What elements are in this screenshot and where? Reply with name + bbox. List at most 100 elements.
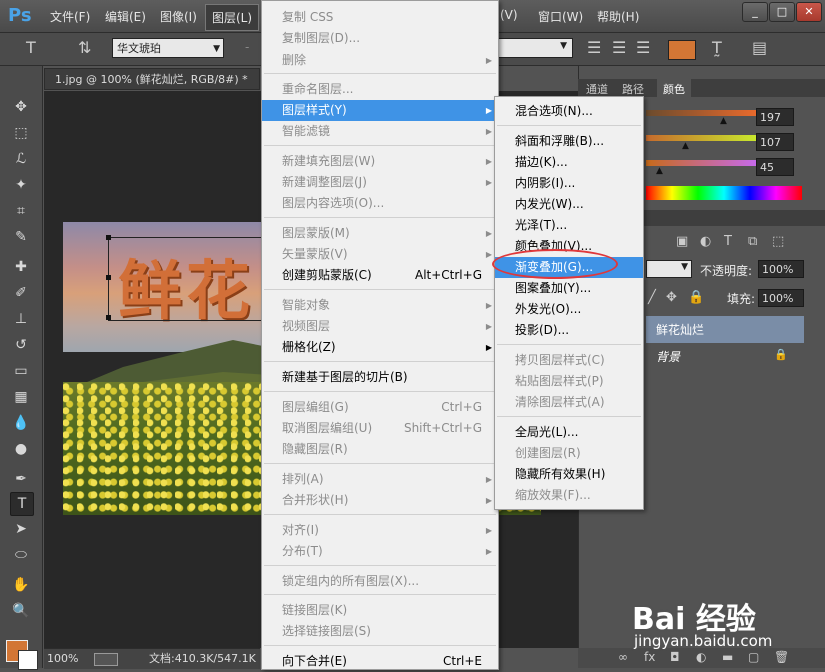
style-menu-item[interactable]: 创建图层(R) [495,443,643,464]
layer-menu-item[interactable]: 智能对象 ▶ [262,295,498,316]
menu-file[interactable]: 文件(F) [50,8,90,25]
layer-menu-item[interactable]: 链接图层(K) [262,600,498,621]
layer-menu-item[interactable]: 创建剪贴蒙版(C) Alt+Ctrl+G [262,265,498,286]
minimize-button[interactable]: _ [742,2,768,22]
character-panel-icon[interactable]: ▤ [752,38,767,57]
tab-color[interactable]: 颜色 [657,79,691,99]
green-slider[interactable]: ▲ [646,135,756,151]
style-menu-item[interactable]: 外发光(O)... [495,299,643,320]
pen-tool-icon[interactable]: ✒ [10,468,32,490]
layer-row[interactable]: 背景 🔒 [646,343,804,370]
menu-help[interactable]: 帮助(H) [597,8,639,25]
style-menu-item[interactable]: 投影(D)... [495,320,643,341]
link-layers-icon[interactable]: ∞ [618,650,628,664]
magic-wand-icon[interactable]: ✦ [10,174,32,196]
lock-position-icon[interactable]: ✥ [666,290,677,305]
filter-type-icon[interactable]: T [724,234,732,249]
lock-all-icon[interactable]: 🔒 [688,290,704,305]
gradient-tool-icon[interactable]: ▦ [10,386,32,408]
lasso-tool-icon[interactable]: ℒ [10,148,32,170]
style-menu-item[interactable]: 内发光(W)... [495,194,643,215]
layer-menu-item[interactable]: 视频图层 ▶ [262,316,498,337]
style-menu-item[interactable]: 全局光(L)... [495,422,643,443]
style-menu-item[interactable]: 图案叠加(Y)... [495,278,643,299]
marquee-tool-icon[interactable]: ⬚ [10,122,32,144]
crop-tool-icon[interactable]: ⌗ [10,200,32,222]
red-slider[interactable]: ▲ [646,110,756,126]
layer-menu-item[interactable]: 分布(T) ▶ [262,541,498,562]
style-menu-item[interactable]: 拷贝图层样式(C) [495,350,643,371]
layer-menu-item[interactable]: 矢量蒙版(V) ▶ [262,244,498,265]
warp-text-icon[interactable]: T̰ [712,38,722,57]
align-center-icon[interactable]: ☰ [612,38,626,57]
status-icon[interactable] [94,653,118,666]
tab-paths[interactable]: 路径 [622,81,644,97]
text-color-swatch[interactable] [668,40,696,60]
style-menu-item[interactable]: 隐藏所有效果(H) [495,464,643,485]
close-button[interactable]: ✕ [796,2,822,22]
blue-value-field[interactable]: 45 [756,158,794,176]
transform-handle[interactable] [106,275,111,280]
fill-field[interactable]: 100% [758,289,804,307]
zoom-tool-icon[interactable]: 🔍 [10,600,32,622]
filter-adjust-icon[interactable]: ◐ [700,234,711,249]
layer-menu-item[interactable]: 智能滤镜 ▶ [262,121,498,142]
font-style-value[interactable]: - [245,40,249,54]
layer-menu-item[interactable]: 图层编组(G) Ctrl+G [262,397,498,418]
layer-menu-item[interactable]: 选择链接图层(S) [262,621,498,642]
layer-menu-item[interactable]: 新建基于图层的切片(B) [262,367,498,388]
layer-menu-item[interactable]: 合并形状(H) ▶ [262,490,498,511]
filter-image-icon[interactable]: ▣ [676,234,688,249]
history-brush-icon[interactable]: ↺ [10,334,32,356]
slider-thumb-icon[interactable]: ▲ [656,166,663,176]
hand-tool-icon[interactable]: ✋ [10,574,32,596]
path-selection-icon[interactable]: ➤ [10,518,32,540]
align-right-icon[interactable]: ☰ [636,38,650,57]
move-tool-icon[interactable]: ✥ [10,96,32,118]
layer-menu-item[interactable]: 复制 CSS [262,7,498,28]
blue-slider[interactable]: ▲ [646,160,756,176]
text-orientation-icon[interactable]: ⇅ [78,38,91,57]
layer-menu-item[interactable]: 取消图层编组(U) Shift+Ctrl+G [262,418,498,439]
layer-menu-item[interactable]: 新建填充图层(W) ▶ [262,151,498,172]
layer-menu-item[interactable]: 向下合并(E) Ctrl+E [262,651,498,672]
filter-smart-icon[interactable]: ⬚ [772,234,784,249]
layer-menu-item[interactable]: 排列(A) ▶ [262,469,498,490]
layer-menu-item[interactable]: 图层样式(Y) ▶ [262,100,498,121]
layer-menu-item[interactable]: 图层蒙版(M) ▶ [262,223,498,244]
ellipse-tool-icon[interactable]: ⬭ [10,544,32,566]
color-spectrum[interactable] [646,186,802,200]
healing-brush-icon[interactable]: ✚ [10,256,32,278]
dodge-tool-icon[interactable]: ● [10,438,32,460]
menu-image[interactable]: 图像(I) [160,8,197,25]
menu-view[interactable]: (V) [500,8,518,22]
menu-layer[interactable]: 图层(L) [205,4,260,31]
layer-menu-item[interactable]: 锁定组内的所有图层(X)... [262,571,498,592]
layer-menu-item[interactable]: 重命名图层... [262,79,498,100]
eyedropper-icon[interactable]: ✎ [10,226,32,248]
transform-handle[interactable] [106,315,111,320]
filter-shape-icon[interactable]: ⧉ [748,234,757,249]
red-value-field[interactable]: 197 [756,108,794,126]
eraser-icon[interactable]: ▭ [10,360,32,382]
blur-tool-icon[interactable]: 💧 [10,412,32,434]
font-family-select[interactable]: 华文琥珀 ▼ [112,38,224,58]
tab-channels[interactable]: 通道 [586,81,608,97]
type-tool-preset-icon[interactable]: T [26,38,36,57]
slider-thumb-icon[interactable]: ▲ [682,141,689,151]
transform-handle[interactable] [106,235,111,240]
style-menu-item[interactable]: 缩放效果(F)... [495,485,643,506]
document-tab[interactable]: 1.jpg @ 100% (鲜花灿烂, RGB/8#) * [44,68,260,90]
brush-tool-icon[interactable]: ✐ [10,282,32,304]
clone-stamp-icon[interactable]: ⊥ [10,308,32,330]
layer-menu-item[interactable]: 栅格化(Z) ▶ [262,337,498,358]
style-menu-item[interactable]: 内阴影(I)... [495,173,643,194]
align-left-icon[interactable]: ☰ [587,38,601,57]
style-menu-item[interactable]: 光泽(T)... [495,215,643,236]
maximize-button[interactable]: □ [769,2,795,22]
layer-menu-item[interactable]: 复制图层(D)... [262,28,498,49]
background-color-swatch[interactable] [18,650,38,670]
style-menu-item[interactable]: 斜面和浮雕(B)... [495,131,643,152]
layer-menu-item[interactable]: 新建调整图层(J) ▶ [262,172,498,193]
layer-menu-item[interactable]: 图层内容选项(O)... [262,193,498,214]
